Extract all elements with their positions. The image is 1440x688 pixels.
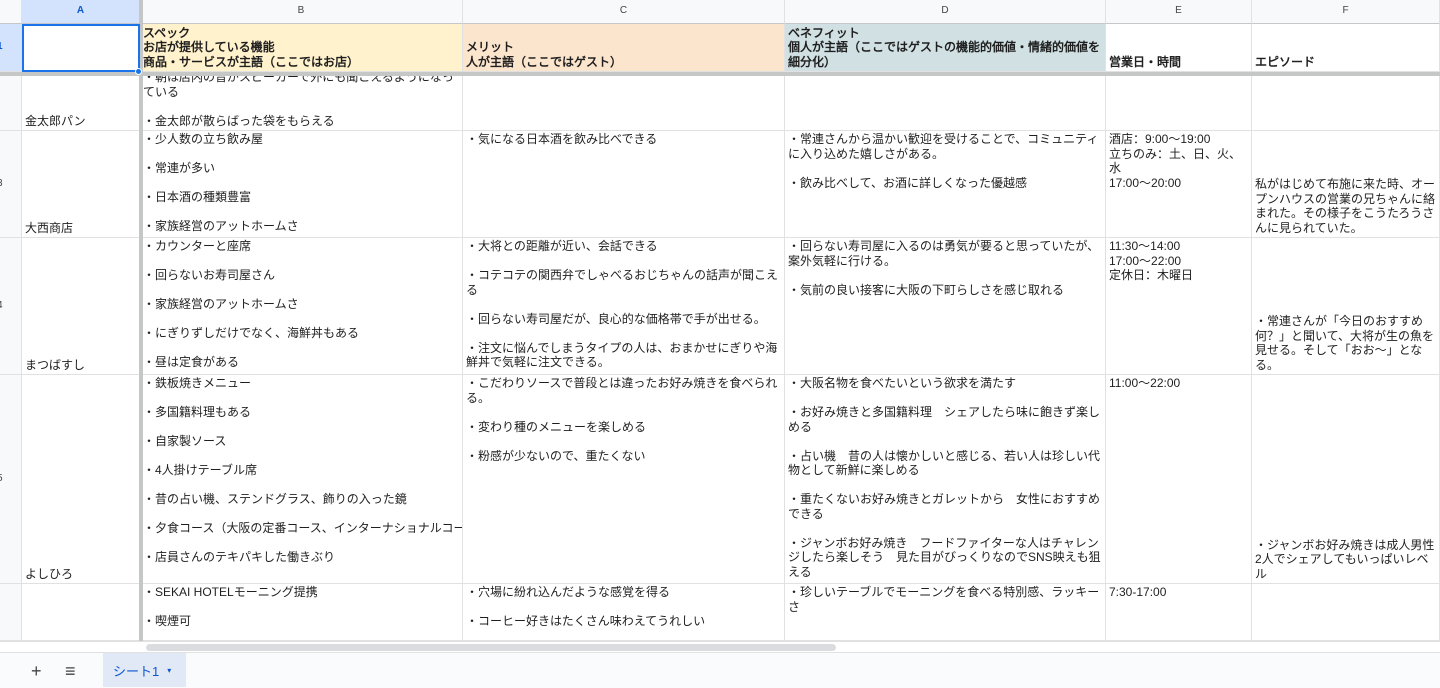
sheet-tab-label: シート1 [113, 663, 160, 679]
table-row: ・SEKAI HOTELモーニング提携 ・喫煙可 ・穴場に紛れ込んだような感覚を… [0, 584, 1440, 641]
cell-episode[interactable]: ・ジャンボお好み焼きは成人男性2人でシェアしてもいっぱいレベル [1252, 375, 1440, 584]
row-header[interactable]: 3 [0, 131, 22, 238]
fill-handle[interactable] [135, 68, 142, 75]
table-row: 5 よしひろ ・鉄板焼きメニュー ・多国籍料理もある ・自家製ソース ・4人掛け… [0, 375, 1440, 584]
header-row: 1 スペック お店が提供している機能 商品・サービスが主語（ここではお店） メリ… [0, 24, 1440, 72]
column-header-row: A B C D E F [0, 0, 1440, 24]
sheet-tab[interactable]: シート1 ▾ [103, 653, 186, 687]
cell-shop-name[interactable]: 大西商店 [22, 131, 140, 238]
cell-benefit[interactable]: ・常連さんから温かい歓迎を受けることで、コミュニティに入り込めた嬉しさがある。 … [785, 131, 1106, 238]
spreadsheet-grid: A B C D E F 1 スペック お店が提供している機能 商品・サービスが主… [0, 0, 1440, 641]
frozen-row-divider[interactable] [0, 72, 1440, 76]
cell-hours[interactable]: 11:30～14:00 17:00～22:00 定休日：木曜日 [1106, 238, 1252, 375]
column-header-e[interactable]: E [1106, 0, 1252, 24]
row-header[interactable]: 4 [0, 238, 22, 375]
row-header[interactable] [0, 76, 22, 131]
cell-shop-name[interactable]: よしひろ [22, 375, 140, 584]
row-header[interactable]: 1 [0, 24, 22, 72]
frozen-column-divider[interactable] [139, 0, 143, 641]
cell-episode[interactable] [1252, 584, 1440, 641]
header-episode[interactable]: エピソード [1252, 24, 1440, 72]
chevron-down-icon[interactable]: ▾ [167, 666, 171, 675]
cell-spec[interactable]: ・鉄板焼きメニュー ・多国籍料理もある ・自家製ソース ・4人掛けテーブル席 ・… [140, 375, 463, 584]
row-header[interactable]: 5 [0, 375, 22, 584]
cell-spec[interactable]: ・少人数の立ち飲み屋 ・常連が多い ・日本酒の種類豊富 ・家族経営のアットホーム… [140, 131, 463, 238]
column-header-d[interactable]: D [785, 0, 1106, 24]
select-all-corner[interactable] [0, 0, 22, 24]
column-header-c[interactable]: C [463, 0, 785, 24]
cell-shop-name[interactable]: 金太郎パン [22, 76, 140, 131]
header-hours[interactable]: 営業日・時間 [1106, 24, 1252, 72]
cell-benefit[interactable]: ・大阪名物を食べたいという欲求を満たす ・お好み焼きと多国籍料理 シェアしたら味… [785, 375, 1106, 584]
scrollbar-thumb[interactable] [146, 644, 836, 651]
column-header-a[interactable]: A [22, 0, 140, 24]
header-spec[interactable]: スペック お店が提供している機能 商品・サービスが主語（ここではお店） [140, 24, 463, 72]
cell-spec[interactable]: ・SEKAI HOTELモーニング提携 ・喫煙可 [140, 584, 463, 641]
all-sheets-menu-button[interactable]: ≡ [65, 661, 76, 681]
cell-merit[interactable]: ・穴場に紛れ込んだような感覚を得る ・コーヒー好きはたくさん味わえてうれしい [463, 584, 785, 641]
cell-hours[interactable]: 11:00～22:00 [1106, 375, 1252, 584]
cell-benefit[interactable]: ・珍しいテーブルでモーニングを食べる特別感、ラッキーさ [785, 584, 1106, 641]
cell-benefit[interactable]: ・回らない寿司屋に入るのは勇気が要ると思っていたが、案外気軽に行ける。 ・気前の… [785, 238, 1106, 375]
column-header-f[interactable]: F [1252, 0, 1440, 24]
cell-episode[interactable]: ・常連さんが「今日のおすすめ何？」と聞いて、大将が生の魚を見せる。そして「おお～… [1252, 238, 1440, 375]
header-benefit[interactable]: ベネフィット 個人が主語（ここではゲストの機能的価値・情緒的価値を細分化） [785, 24, 1106, 72]
add-sheet-button[interactable]: + [31, 661, 42, 681]
table-row: 4 まつばすし ・カウンターと座席 ・回らないお寿司屋さん ・家族経営のアットホ… [0, 238, 1440, 375]
horizontal-scrollbar[interactable] [0, 641, 1440, 652]
header-merit[interactable]: メリット 人が主語（ここではゲスト） [463, 24, 785, 72]
cell-spec[interactable]: ・朝は店内の音がスピーカーで外にも聞こえるようになっている ・金太郎が散らばった… [140, 76, 463, 131]
cell-hours[interactable]: 7:30-17:00 [1106, 584, 1252, 641]
cell-spec[interactable]: ・カウンターと座席 ・回らないお寿司屋さん ・家族経営のアットホームさ ・にぎり… [140, 238, 463, 375]
table-row: 3 大西商店 ・少人数の立ち飲み屋 ・常連が多い ・日本酒の種類豊富 ・家族経営… [0, 131, 1440, 238]
cell-episode[interactable] [1252, 76, 1440, 131]
cell-merit[interactable] [463, 76, 785, 131]
cell-benefit[interactable] [785, 76, 1106, 131]
cell-shop-name[interactable]: まつばすし [22, 238, 140, 375]
cell-episode[interactable]: 私がはじめて布施に来た時、オープンハウスの営業の兄ちゃんに絡まれた。その様子をこ… [1252, 131, 1440, 238]
active-cell-selection [22, 24, 140, 72]
cell-hours[interactable]: 酒店：9:00～19:00 立ちのみ：土、日、火、水 17:00～20:00 [1106, 131, 1252, 238]
sheet-tab-bar: + ≡ シート1 ▾ [0, 652, 1440, 688]
cell-merit[interactable]: ・気になる日本酒を飲み比べできる [463, 131, 785, 238]
cell-merit[interactable]: ・こだわりソースで普段とは違ったお好み焼きを食べられる。 ・変わり種のメニューを… [463, 375, 785, 584]
cell-shop-name[interactable] [22, 584, 140, 641]
cell-merit[interactable]: ・大将との距離が近い、会話できる ・コテコテの関西弁でしゃべるおじちゃんの話声が… [463, 238, 785, 375]
column-header-b[interactable]: B [140, 0, 463, 24]
table-row: 金太郎パン ・朝は店内の音がスピーカーで外にも聞こえるようになっている ・金太郎… [0, 76, 1440, 131]
cell-hours[interactable] [1106, 76, 1252, 131]
row-header[interactable] [0, 584, 22, 641]
